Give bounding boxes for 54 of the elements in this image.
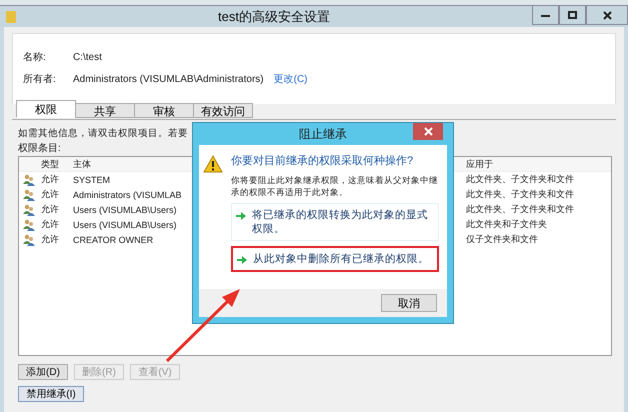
maximize-icon <box>568 11 577 19</box>
dialog-description: 你将要阻止此对象继承权限，这意味着从父对象中继承的权限不再适用于此对象。 <box>231 174 439 198</box>
list-label: 权限条目: <box>18 142 61 154</box>
close-icon <box>424 127 432 136</box>
close-button[interactable] <box>586 6 628 25</box>
column-header[interactable]: 应用于 <box>466 158 493 170</box>
minimize-icon <box>541 14 550 16</box>
users-icon <box>23 188 35 200</box>
disable-inheritance-button[interactable]: 禁用继承(I) <box>18 386 84 402</box>
arrow-icon <box>236 211 246 221</box>
minimize-button[interactable] <box>532 6 559 25</box>
name-value: C:\test <box>73 52 102 62</box>
users-icon <box>23 218 35 230</box>
instruction-text: 如需其他信息，请双击权限项目。若要 <box>18 127 188 140</box>
table-cell: Users (VISUMLAB\Users) <box>73 204 177 214</box>
cancel-button[interactable]: 取消 <box>381 294 437 312</box>
table-cell: 允许 <box>41 174 59 184</box>
table-cell: SYSTEM <box>73 174 110 184</box>
close-icon <box>602 10 612 20</box>
option-link[interactable]: 将已继承的权限转换为此对象的显式权限。 <box>231 203 439 241</box>
table-cell: Administrators (VISUMLAB <box>73 190 182 200</box>
dialog-heading: 你要对目前继承的权限采取何种操作? <box>231 154 414 168</box>
table-cell: 允许 <box>41 219 59 229</box>
table-cell: 仅子文件夹和文件 <box>466 233 538 246</box>
tab[interactable]: 权限 <box>16 100 76 118</box>
table-cell: 此文件夹和子文件夹 <box>466 218 547 231</box>
folder-icon <box>6 11 16 23</box>
warning-icon <box>203 155 223 173</box>
column-header[interactable]: 类型 <box>41 158 59 168</box>
table-cell: 允许 <box>41 204 59 214</box>
owner-label: 所有者: <box>23 72 57 86</box>
arrow-icon <box>237 255 247 265</box>
tab[interactable]: 有效访问 <box>193 103 253 118</box>
column-header[interactable]: 主体 <box>73 158 91 168</box>
users-icon <box>23 204 35 216</box>
table-cell: 允许 <box>41 234 59 244</box>
owner-value: Administrators (VISUMLAB\Administrators) <box>73 74 264 84</box>
tab[interactable]: 审核 <box>134 103 194 118</box>
change-link[interactable]: 更改(C) <box>274 72 308 86</box>
dialog-title: 阻止继承 <box>299 126 347 142</box>
table-cell: CREATOR OWNER <box>73 234 154 244</box>
tab[interactable]: 共享 <box>75 103 135 118</box>
table-cell: 允许 <box>41 189 59 199</box>
option-link[interactable]: 从此对象中删除所有已继承的权限。 <box>231 246 439 272</box>
window-title: test的高级安全设置 <box>217 8 331 26</box>
maximize-button[interactable] <box>559 6 586 25</box>
table-cell: 此文件夹、子文件夹和文件 <box>466 173 574 186</box>
table-cell: 此文件夹、子文件夹和文件 <box>466 188 574 201</box>
action-button[interactable]: 添加(D) <box>18 364 68 380</box>
table-cell: Users (VISUMLAB\Users) <box>73 220 177 230</box>
table-cell: 此文件夹、子文件夹和文件 <box>466 203 574 216</box>
users-icon <box>23 174 35 186</box>
users-icon <box>23 234 35 246</box>
name-label: 名称: <box>23 51 47 64</box>
